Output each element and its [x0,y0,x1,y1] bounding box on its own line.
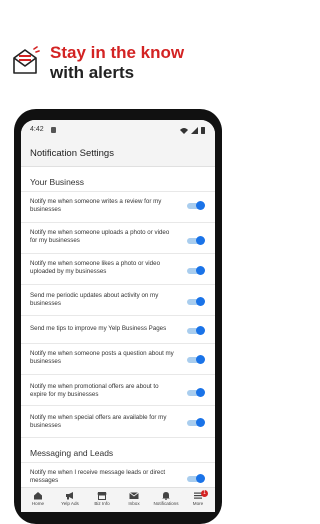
setting-row[interactable]: Notify me when I receive message leads o… [21,462,215,487]
tab-biz-info[interactable]: Biz Info [86,490,118,512]
setting-row[interactable]: Send me periodic updates about activity … [21,284,215,316]
status-time: 4:42 [30,126,44,133]
tab-yelp-ads[interactable]: Yelp Ads [54,490,86,512]
toggle-switch[interactable] [187,326,205,335]
signal-icon [191,127,198,134]
envelope-icon [129,492,139,499]
tab-inbox[interactable]: Inbox [118,490,150,512]
setting-label: Notify me when someone likes a photo or … [30,260,161,276]
tab-label: Notifications [153,501,179,506]
settings-list: Your Business Notify me when someone wri… [21,167,215,487]
page-title: Notification Settings [30,148,114,159]
home-icon [34,492,42,500]
toggle-switch[interactable] [187,388,205,397]
promo-headline-line2: with alerts [50,63,135,82]
setting-label: Notify me when I receive message leads o… [30,469,166,485]
app-bar: Notification Settings [21,142,215,167]
setting-label: Notify me when someone writes a review f… [30,198,162,214]
toggle-switch[interactable] [187,236,205,245]
tab-label: Inbox [128,501,140,506]
promo-headline-line1: Stay in the know [50,43,185,62]
notification-badge: 1 [201,490,208,497]
setting-label: Notify me when special offers are availa… [30,414,167,430]
battery-icon [201,127,205,134]
setting-row[interactable]: Notify me when someone uploads a photo o… [21,222,215,254]
setting-row[interactable]: Notify me when someone writes a review f… [21,191,215,223]
tab-home[interactable]: Home [22,490,54,512]
toggle-switch[interactable] [187,266,205,275]
toggle-switch[interactable] [187,355,205,364]
tab-label: More [192,501,204,506]
tab-label: Home [31,501,45,506]
phone-screen: 4:42 Notification Settings Your Business… [21,120,215,512]
setting-label: Send me tips to improve my Yelp Business… [30,325,167,332]
section-title-messaging: Messaging and Leads [30,448,114,458]
setting-label: Notify me when someone posts a question … [30,350,174,366]
setting-row[interactable]: Notify me when someone likes a photo or … [21,253,215,285]
section-title-your-business: Your Business [30,177,85,187]
wifi-icon [180,128,188,134]
setting-row[interactable]: Notify me when special offers are availa… [21,405,215,438]
mail-alert-icon [13,46,40,74]
status-icons [180,127,205,134]
setting-label: Notify me when someone uploads a photo o… [30,229,170,245]
toggle-switch[interactable] [187,418,205,427]
setting-row[interactable]: Send me tips to improve my Yelp Business… [21,315,215,344]
sim-icon [51,127,56,133]
setting-label: Notify me when promotional offers are ab… [30,383,159,399]
status-bar: 4:42 [21,120,215,142]
setting-label: Send me periodic updates about activity … [30,292,159,308]
divider [21,437,215,439]
megaphone-icon [66,492,73,500]
tab-notifications[interactable]: Notifications [150,490,182,512]
bell-icon [162,492,170,500]
tab-more[interactable]: More 1 [182,490,214,512]
toggle-switch[interactable] [187,297,205,306]
tab-label: Yelp Ads [61,501,79,506]
storefront-icon [97,492,107,500]
tab-label: Biz Info [94,501,110,506]
toggle-switch[interactable] [187,474,205,483]
bottom-tab-bar: Home Yelp Ads Biz Info Inbox Notificatio… [21,487,215,512]
promo-banner: Stay in the know with alerts [0,0,236,104]
toggle-switch[interactable] [187,201,205,210]
setting-row[interactable]: Notify me when promotional offers are ab… [21,374,215,406]
setting-row[interactable]: Notify me when someone posts a question … [21,343,215,375]
